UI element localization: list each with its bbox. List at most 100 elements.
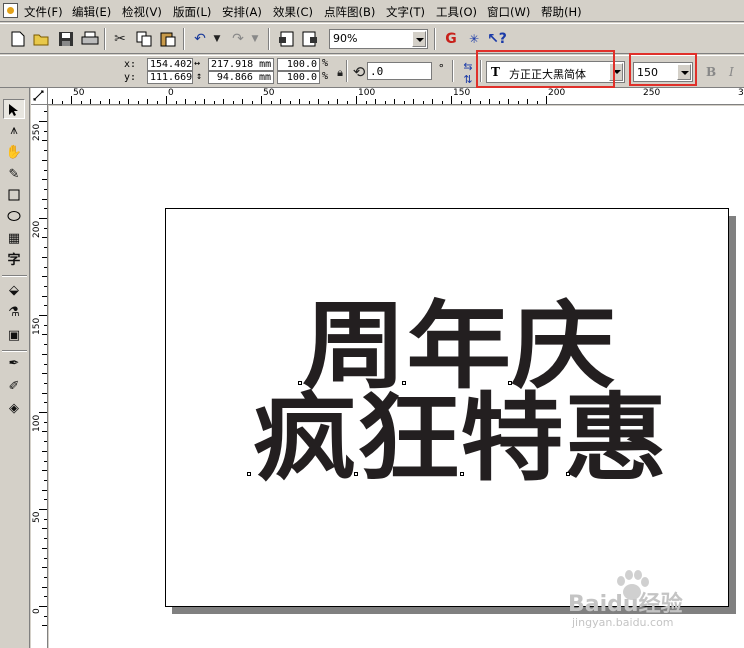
ruler-label: 150 [32, 317, 42, 335]
pen-tool-icon[interactable]: ✒ [3, 354, 25, 374]
menu-edit[interactable]: 编辑(E) [72, 4, 111, 20]
ruler-tick [299, 99, 300, 104]
ellipse-tool-icon[interactable] [3, 206, 25, 226]
headline-text-line-1[interactable]: 周年庆 [302, 300, 616, 395]
ruler-tick [42, 528, 47, 530]
text-node-handle[interactable] [566, 472, 570, 476]
menu-effects[interactable]: 效果(C) [273, 4, 313, 20]
menu-tools[interactable]: 工具(O) [436, 4, 477, 20]
ruler-tick [39, 509, 47, 510]
ruler-tick [44, 208, 47, 210]
ruler-tick [128, 99, 129, 104]
rotation-field[interactable]: .0 [367, 62, 432, 80]
ruler-tick [42, 140, 47, 142]
ruler-tick [44, 557, 47, 559]
ruler-tick [308, 101, 310, 104]
app-icon[interactable] [3, 3, 18, 18]
ruler-tick [147, 99, 148, 104]
width-icon: ↔ [194, 58, 201, 69]
copy-icon[interactable] [134, 29, 154, 49]
open-icon[interactable] [32, 29, 52, 49]
ruler-tick [42, 276, 47, 278]
import-icon[interactable] [276, 29, 296, 49]
ruler-tick [39, 315, 47, 316]
ruler-tick [517, 101, 519, 104]
ruler-tick [536, 101, 538, 104]
ruler-tick [44, 344, 47, 346]
ruler-tick [39, 121, 47, 122]
y-position-field[interactable]: 111.669 [147, 71, 193, 84]
paste-icon[interactable] [158, 29, 178, 49]
horizontal-ruler[interactable]: 50 0 50 100 150 200 250 300 [48, 88, 744, 105]
menu-help[interactable]: 帮助(H) [541, 4, 582, 20]
text-node-handle[interactable] [247, 472, 251, 476]
shape-tool-icon[interactable]: ⩚ [3, 121, 25, 141]
ruler-tick [460, 101, 462, 104]
menu-window[interactable]: 窗口(W) [487, 4, 530, 20]
toolbox: ⩚ ✋ ✎ ▦ 字 ⬙ ⚗ ▣ ✒ ✐ ◈ [0, 88, 30, 648]
ruler-tick [44, 363, 47, 365]
ruler-tick [223, 99, 224, 104]
zoom-select[interactable]: 90% [329, 29, 428, 49]
rectangle-tool-icon[interactable] [3, 185, 25, 205]
ruler-tick [118, 101, 120, 104]
percent-label: % [322, 71, 329, 82]
ruler-tick [166, 96, 167, 104]
ruler-tick [44, 169, 47, 171]
new-icon[interactable] [8, 29, 28, 49]
italic-button[interactable]: I [729, 65, 734, 79]
width-field[interactable]: 217.918 mm [208, 58, 274, 71]
pick-tool-icon[interactable] [3, 99, 25, 119]
ruler-tick [137, 101, 139, 104]
vertical-ruler[interactable]: 250 200 150 100 50 0 [31, 105, 48, 648]
outline-tool-icon[interactable]: ✐ [3, 377, 25, 397]
height-field[interactable]: 94.866 mm [208, 71, 274, 84]
ruler-tick [44, 460, 47, 462]
menu-view[interactable]: 检视(V) [122, 4, 162, 20]
ruler-tick [90, 99, 91, 104]
corel-online-icon[interactable]: ✳ [464, 29, 484, 49]
ruler-tick [44, 576, 47, 578]
freehand-tool-icon[interactable]: ✎ [3, 165, 25, 185]
chevron-down-icon[interactable] [412, 31, 426, 47]
ruler-tick [185, 99, 186, 104]
redo-dropdown-icon[interactable]: ▼ [245, 29, 265, 49]
graph-paper-tool-icon[interactable]: ▦ [3, 229, 25, 249]
print-icon[interactable] [80, 29, 100, 49]
text-node-handle[interactable] [460, 472, 464, 476]
app-launcher-icon[interactable]: G [441, 29, 461, 49]
ruler-label: 0 [32, 608, 42, 614]
interactive-fill-icon[interactable]: ⬙ [3, 281, 25, 301]
export-icon[interactable] [300, 29, 320, 49]
whats-this-icon[interactable]: ↖? [487, 29, 507, 49]
ruler-tick [42, 159, 47, 161]
menu-text[interactable]: 文字(T) [386, 4, 425, 20]
menu-arrange[interactable]: 安排(A) [222, 4, 262, 20]
save-icon[interactable] [56, 29, 76, 49]
eyedropper-tool-icon[interactable]: ⚗ [3, 303, 25, 323]
zoom-pan-tool-icon[interactable]: ✋ [3, 143, 25, 163]
mirror-vertical-icon[interactable]: ⇅ [458, 70, 478, 90]
ruler-tick [42, 547, 47, 549]
text-node-handle[interactable] [402, 381, 406, 385]
menu-bitmaps[interactable]: 点阵图(B) [324, 4, 375, 20]
ruler-origin[interactable] [31, 88, 48, 105]
watermark-url: jingyan.baidu.com [572, 616, 674, 629]
contour-tool-icon[interactable]: ▣ [3, 326, 25, 346]
text-node-handle[interactable] [508, 381, 512, 385]
text-node-handle[interactable] [354, 472, 358, 476]
fill-tool-icon[interactable]: ◈ [3, 399, 25, 419]
ruler-tick [546, 96, 547, 104]
menu-layout[interactable]: 版面(L) [173, 4, 211, 20]
cut-icon[interactable]: ✂ [110, 29, 130, 49]
scale-x-field[interactable]: 100.0 [277, 58, 320, 71]
ruler-tick [42, 179, 47, 181]
x-position-field[interactable]: 154.402 [147, 58, 193, 71]
font-highlight-box [476, 50, 615, 88]
bold-button[interactable]: B [706, 65, 716, 79]
menu-file[interactable]: 文件(F) [24, 4, 63, 20]
text-tool-icon[interactable]: 字 [3, 251, 25, 271]
undo-dropdown-icon[interactable]: ▼ [207, 29, 227, 49]
scale-y-field[interactable]: 100.0 [277, 71, 320, 84]
text-node-handle[interactable] [298, 381, 302, 385]
